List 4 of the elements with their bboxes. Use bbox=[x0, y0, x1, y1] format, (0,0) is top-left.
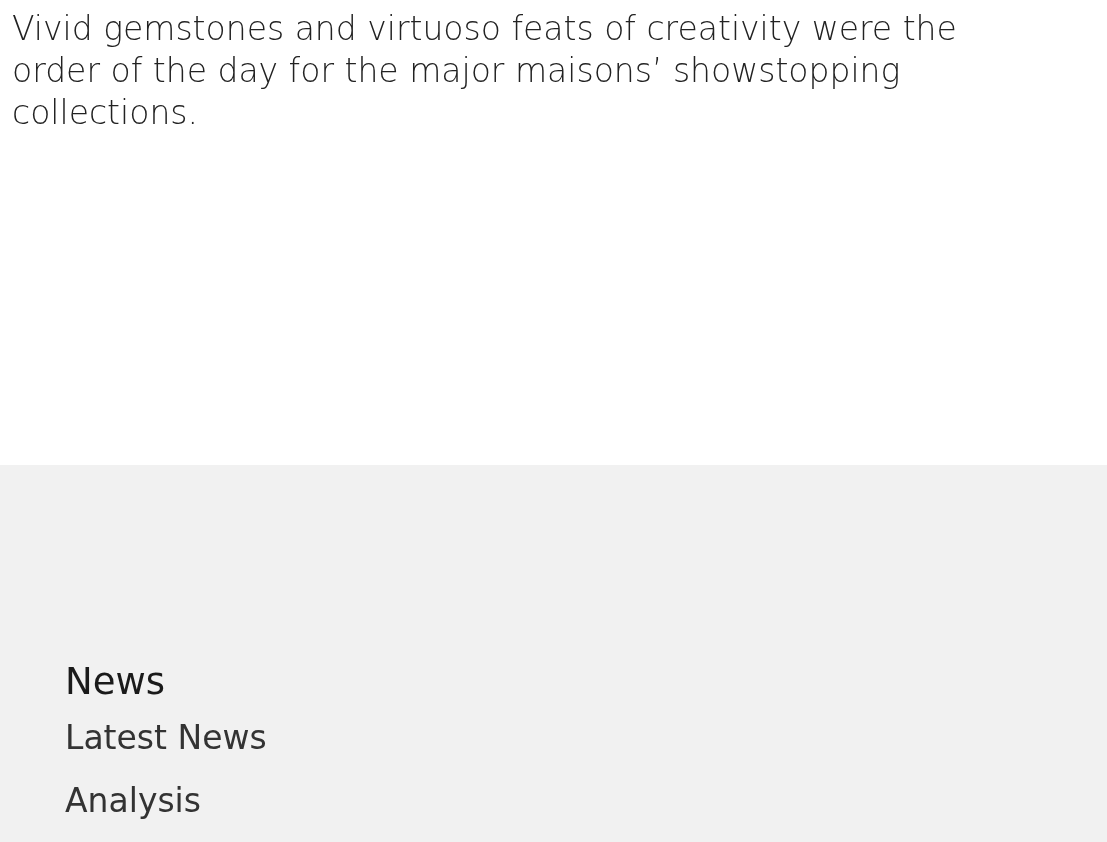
footer-link[interactable]: Analysis bbox=[65, 779, 201, 823]
footer-link[interactable]: Latest News bbox=[65, 716, 267, 760]
intro-paragraph: Vivid gemstones and virtuoso feats of creativity were the order of the day for the major maisons’ showstopping collections. bbox=[11, 8, 958, 134]
footer-heading: News bbox=[65, 659, 165, 705]
